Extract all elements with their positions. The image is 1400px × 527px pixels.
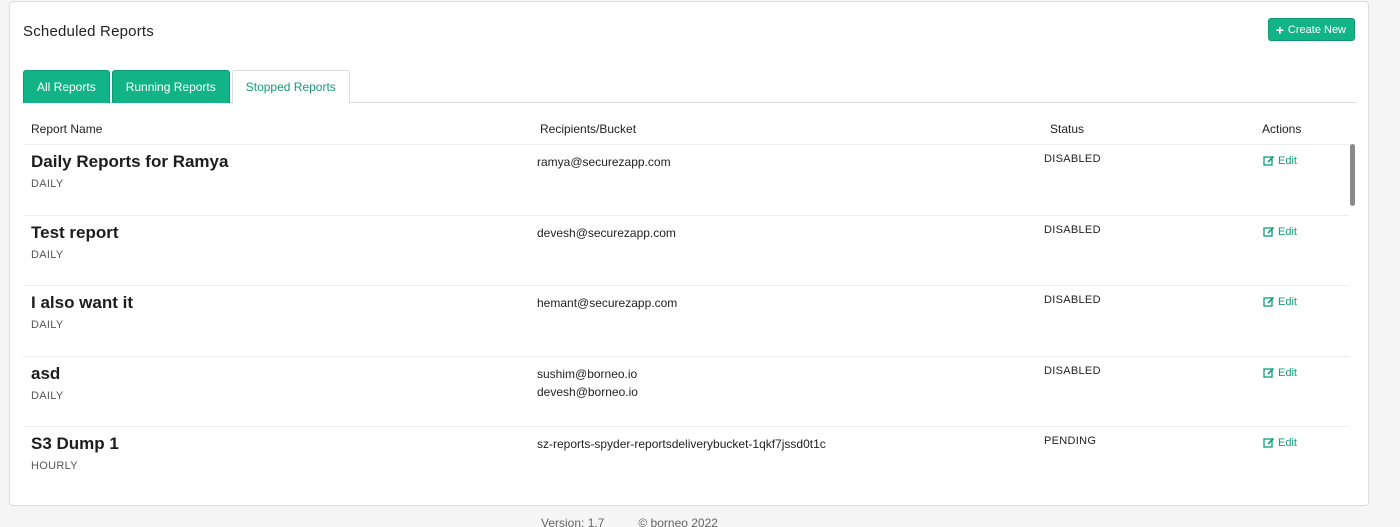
edit-button[interactable]: Edit <box>1263 437 1297 449</box>
column-header-report-name: Report Name <box>31 122 103 136</box>
edit-button[interactable]: Edit <box>1263 296 1297 308</box>
recipient: devesh@securezapp.com <box>537 225 676 240</box>
report-frequency: DAILY <box>31 248 64 261</box>
page-title: Scheduled Reports <box>23 23 154 40</box>
edit-icon <box>1263 226 1275 237</box>
table-row: Test report DAILY devesh@securezapp.com … <box>23 216 1349 286</box>
copyright-text: © borneo 2022 <box>638 516 718 527</box>
tab-running-reports[interactable]: Running Reports <box>111 70 230 103</box>
tab-label: Running Reports <box>125 80 216 94</box>
plus-icon: + <box>1275 21 1284 38</box>
edit-icon <box>1263 155 1275 166</box>
tab-label: All Reports <box>37 80 96 94</box>
recipient: hemant@securezapp.com <box>537 296 678 310</box>
edit-button[interactable]: Edit <box>1263 367 1297 379</box>
edit-label: Edit <box>1278 366 1297 379</box>
recipient: sushim@borneo.io <box>537 366 638 381</box>
edit-label: Edit <box>1278 155 1297 167</box>
report-name: Test report <box>31 222 119 242</box>
report-status: DISABLED <box>1044 364 1101 377</box>
report-status: DISABLED <box>1044 294 1101 306</box>
scheduled-reports-card: Scheduled Reports + Create New All Repor… <box>9 1 1369 506</box>
report-name: S3 Dump 1 <box>31 434 119 453</box>
column-header-actions: Actions <box>1262 122 1302 136</box>
report-name: asd <box>31 363 61 383</box>
report-frequency: HOURLY <box>31 460 78 472</box>
edit-label: Edit <box>1278 296 1297 308</box>
tab-all-reports[interactable]: All Reports <box>23 70 110 103</box>
table-row: I also want it DAILY hemant@securezapp.c… <box>23 286 1349 357</box>
footer: Version: 1.7 © borneo 2022 <box>541 516 718 527</box>
edit-button[interactable]: Edit <box>1263 226 1297 238</box>
edit-icon <box>1263 296 1275 307</box>
table-row: S3 Dump 1 HOURLY sz-reports-spyder-repor… <box>23 427 1349 498</box>
reports-table-body: Daily Reports for Ramya DAILY ramya@secu… <box>23 145 1349 498</box>
report-recipients: hemant@securezapp.com <box>537 294 677 312</box>
create-new-button[interactable]: + Create New <box>1267 18 1355 41</box>
table-scrollbar[interactable] <box>1350 144 1355 206</box>
edit-label: Edit <box>1278 437 1297 449</box>
report-frequency: DAILY <box>31 389 64 402</box>
report-status: PENDING <box>1044 435 1097 447</box>
report-status: DISABLED <box>1044 223 1101 236</box>
create-new-label: Create New <box>1287 23 1346 36</box>
column-header-status: Status <box>1050 122 1085 136</box>
version-text: Version: 1.7 <box>541 516 605 527</box>
report-frequency: DAILY <box>31 319 64 331</box>
report-recipients: devesh@securezapp.com <box>537 224 676 242</box>
edit-icon <box>1263 437 1275 448</box>
recipient: sz-reports-spyder-reportsdeliverybucket-… <box>537 437 826 451</box>
edit-button[interactable]: Edit <box>1263 155 1297 167</box>
report-status: DISABLED <box>1044 153 1101 165</box>
report-tabs: All Reports Running Reports Stopped Repo… <box>23 70 1356 104</box>
tab-stopped-reports[interactable]: Stopped Reports <box>231 70 350 104</box>
report-recipients: sushim@borneo.io devesh@borneo.io <box>537 365 638 401</box>
tab-label: Stopped Reports <box>245 80 336 94</box>
table-row: Daily Reports for Ramya DAILY ramya@secu… <box>23 145 1349 216</box>
column-header-recipients: Recipients/Bucket <box>540 122 637 136</box>
table-row: asd DAILY sushim@borneo.io devesh@borneo… <box>23 357 1349 427</box>
recipient: ramya@securezapp.com <box>537 155 671 169</box>
recipient: devesh@borneo.io <box>537 384 638 399</box>
report-frequency: DAILY <box>31 178 64 190</box>
table-header: Report Name Recipients/Bucket Status Act… <box>23 114 1349 145</box>
report-name: I also want it <box>31 293 134 312</box>
edit-label: Edit <box>1278 225 1297 238</box>
report-recipients: ramya@securezapp.com <box>537 153 671 171</box>
report-recipients: sz-reports-spyder-reportsdeliverybucket-… <box>537 435 826 453</box>
report-name: Daily Reports for Ramya <box>31 152 229 171</box>
edit-icon <box>1263 367 1275 378</box>
